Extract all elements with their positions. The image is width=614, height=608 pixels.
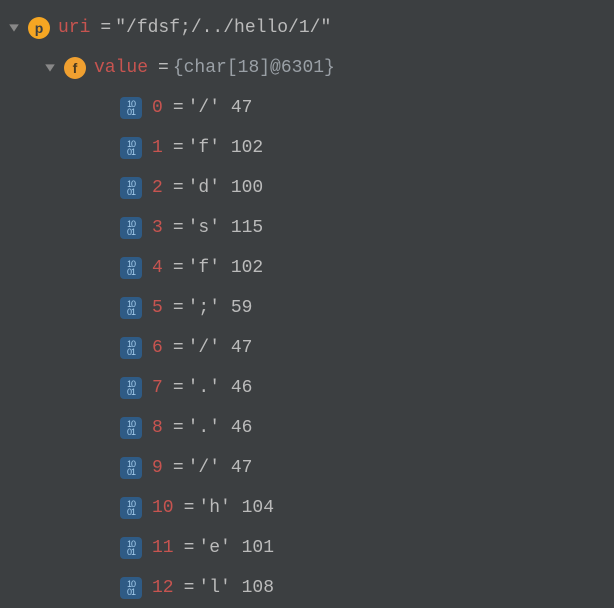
array-element-row[interactable]: 1001 6 ='/' 47 bbox=[0, 328, 614, 368]
char-value: '/' 47 bbox=[188, 458, 253, 478]
array-element-row[interactable]: 1001 8 ='.' 46 bbox=[0, 408, 614, 448]
array-index: 5 bbox=[152, 298, 163, 318]
equals-sign: = bbox=[173, 338, 184, 358]
expand-arrow-icon[interactable] bbox=[42, 60, 58, 76]
char-value: '.' 46 bbox=[188, 378, 253, 398]
equals-sign: = bbox=[173, 218, 184, 238]
equals-sign: = bbox=[184, 538, 195, 558]
primitive-icon: 1001 bbox=[120, 217, 142, 239]
variable-name: value bbox=[94, 58, 148, 78]
array-index: 7 bbox=[152, 378, 163, 398]
primitive-icon: 1001 bbox=[120, 137, 142, 159]
array-index: 11 bbox=[152, 538, 174, 558]
equals-sign: = bbox=[173, 298, 184, 318]
equals-sign: = bbox=[100, 18, 111, 38]
array-element-row[interactable]: 1001 7 ='.' 46 bbox=[0, 368, 614, 408]
array-element-row[interactable]: 1001 4 ='f' 102 bbox=[0, 248, 614, 288]
array-element-row[interactable]: 1001 10 ='h' 104 bbox=[0, 488, 614, 528]
parameter-icon: p bbox=[28, 17, 50, 39]
field-icon: f bbox=[64, 57, 86, 79]
equals-sign: = bbox=[173, 98, 184, 118]
equals-sign: = bbox=[173, 258, 184, 278]
array-index: 1 bbox=[152, 138, 163, 158]
char-value: 'f' 102 bbox=[188, 258, 264, 278]
array-index: 6 bbox=[152, 338, 163, 358]
equals-sign: = bbox=[173, 458, 184, 478]
array-element-row[interactable]: 1001 0 ='/' 47 bbox=[0, 88, 614, 128]
equals-sign: = bbox=[173, 178, 184, 198]
char-array-list: 10010='/' 4710011='f' 10210012='d' 10010… bbox=[0, 88, 614, 608]
array-element-row[interactable]: 1001 3 ='s' 115 bbox=[0, 208, 614, 248]
array-index: 12 bbox=[152, 578, 174, 598]
char-value: 'd' 100 bbox=[188, 178, 264, 198]
char-value: 's' 115 bbox=[188, 218, 264, 238]
equals-sign: = bbox=[173, 378, 184, 398]
char-value: '/' 47 bbox=[188, 338, 253, 358]
primitive-icon: 1001 bbox=[120, 97, 142, 119]
variable-name: uri bbox=[58, 18, 90, 38]
primitive-icon: 1001 bbox=[120, 297, 142, 319]
array-element-row[interactable]: 1001 9 ='/' 47 bbox=[0, 448, 614, 488]
array-index: 10 bbox=[152, 498, 174, 518]
array-index: 9 bbox=[152, 458, 163, 478]
primitive-icon: 1001 bbox=[120, 537, 142, 559]
primitive-icon: 1001 bbox=[120, 457, 142, 479]
array-element-row[interactable]: 1001 5 =';' 59 bbox=[0, 288, 614, 328]
primitive-icon: 1001 bbox=[120, 577, 142, 599]
char-value: 'h' 104 bbox=[198, 498, 274, 518]
char-value: ';' 59 bbox=[188, 298, 253, 318]
primitive-icon: 1001 bbox=[120, 377, 142, 399]
equals-sign: = bbox=[173, 138, 184, 158]
equals-sign: = bbox=[184, 498, 195, 518]
array-index: 3 bbox=[152, 218, 163, 238]
variable-value: "/fdsf;/../hello/1/" bbox=[115, 18, 331, 38]
primitive-icon: 1001 bbox=[120, 417, 142, 439]
char-value: 'l' 108 bbox=[198, 578, 274, 598]
equals-sign: = bbox=[173, 418, 184, 438]
primitive-icon: 1001 bbox=[120, 497, 142, 519]
variable-row-uri[interactable]: p uri = "/fdsf;/../hello/1/" bbox=[0, 8, 614, 48]
primitive-icon: 1001 bbox=[120, 257, 142, 279]
array-index: 8 bbox=[152, 418, 163, 438]
array-element-row[interactable]: 1001 2 ='d' 100 bbox=[0, 168, 614, 208]
variable-row-value[interactable]: f value = {char[18]@6301} bbox=[0, 48, 614, 88]
array-index: 0 bbox=[152, 98, 163, 118]
expand-arrow-icon[interactable] bbox=[6, 20, 22, 36]
array-element-row[interactable]: 1001 1 ='f' 102 bbox=[0, 128, 614, 168]
array-element-row[interactable]: 1001 11 ='e' 101 bbox=[0, 528, 614, 568]
variable-value: {char[18]@6301} bbox=[173, 58, 335, 78]
array-element-row[interactable]: 1001 12 ='l' 108 bbox=[0, 568, 614, 608]
primitive-icon: 1001 bbox=[120, 177, 142, 199]
array-index: 4 bbox=[152, 258, 163, 278]
char-value: 'e' 101 bbox=[198, 538, 274, 558]
char-value: '/' 47 bbox=[188, 98, 253, 118]
primitive-icon: 1001 bbox=[120, 337, 142, 359]
array-index: 2 bbox=[152, 178, 163, 198]
equals-sign: = bbox=[184, 578, 195, 598]
equals-sign: = bbox=[158, 58, 169, 78]
char-value: '.' 46 bbox=[188, 418, 253, 438]
char-value: 'f' 102 bbox=[188, 138, 264, 158]
